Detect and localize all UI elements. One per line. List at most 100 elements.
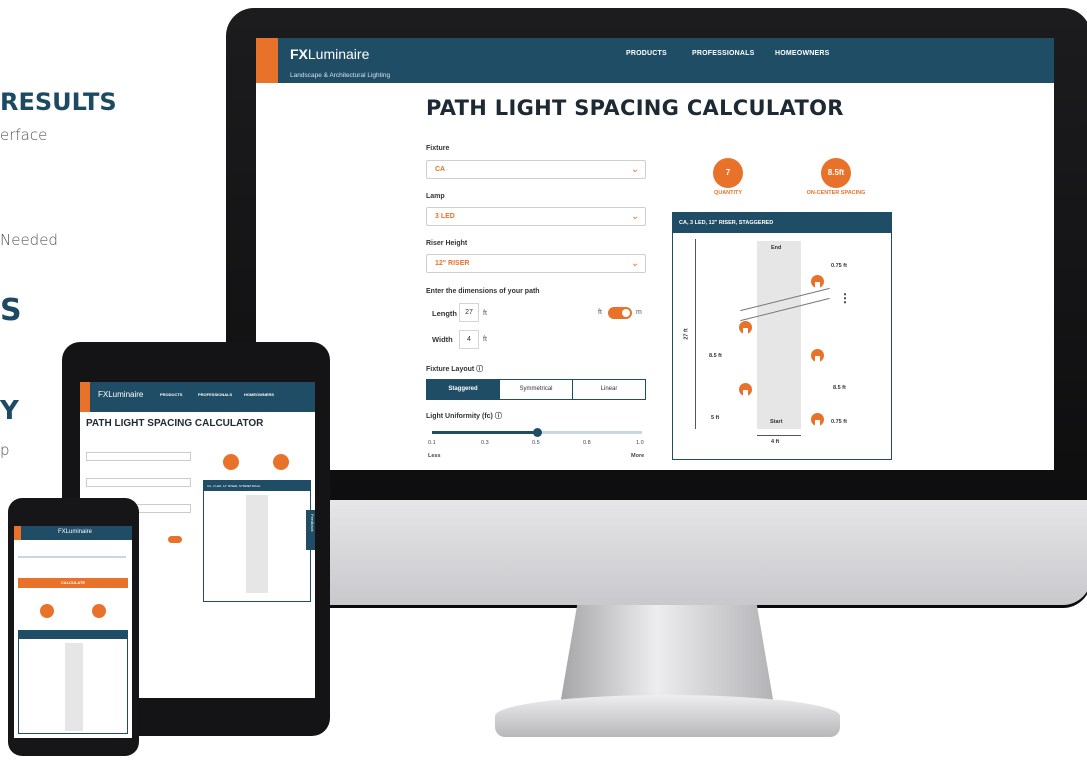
diagram-title: CA, 3 LED, 12" RISER, STAGGERED xyxy=(673,213,891,233)
slider-handle[interactable] xyxy=(533,428,542,437)
layout-symmetrical[interactable]: Symmetrical xyxy=(499,379,573,400)
dims-label: Enter the dimensions of your path xyxy=(426,288,540,295)
phone-spacing-badge xyxy=(92,604,106,618)
nav-homeowners[interactable]: HOMEOWNERS xyxy=(775,50,830,57)
interface-subtext: erface xyxy=(0,126,48,144)
unit-m-label: m xyxy=(636,309,642,316)
dim-label: 8.5 ft xyxy=(833,385,846,391)
nav-products[interactable]: PRODUCTS xyxy=(626,50,667,57)
path-strip xyxy=(757,241,801,429)
more-label: More xyxy=(631,453,645,459)
tick-label: 0.3 xyxy=(481,440,489,446)
length-label: Length xyxy=(432,309,457,318)
dots-icon: ⋮ xyxy=(839,291,851,305)
less-label: Less xyxy=(428,453,441,459)
tick-label: 0.1 xyxy=(428,440,436,446)
phone-screen: FXLuminaire CALCULATE xyxy=(14,526,132,738)
monitor-chin xyxy=(226,500,1087,605)
tablet-select[interactable] xyxy=(86,452,191,461)
chevron-down-icon: ⌄ xyxy=(630,211,639,222)
quantity-badge: 7 xyxy=(713,158,743,188)
p-subtext: p xyxy=(0,441,10,459)
brand-logo[interactable]: FXLuminaire xyxy=(290,46,369,62)
tablet-diagram: CA, 3 LED, 12" RISER, SYMMETRICAL xyxy=(203,480,311,602)
riser-label: Riser Height xyxy=(426,240,468,247)
length-dim-line xyxy=(695,239,696,429)
start-label: Start xyxy=(770,419,783,425)
phone-brand: FXLuminaire xyxy=(58,529,93,535)
lamp-label: Lamp xyxy=(426,193,445,200)
fixture-icon xyxy=(739,321,752,335)
tablet-spacing-badge xyxy=(273,454,289,470)
dim-label: 8.5 ft xyxy=(709,353,722,359)
layout-linear[interactable]: Linear xyxy=(572,379,646,400)
phone-quantity-badge xyxy=(40,604,54,618)
logo-accent xyxy=(256,38,278,83)
width-input[interactable]: 4 xyxy=(459,330,479,349)
tablet-nav-professionals[interactable]: PROFESSIONALS xyxy=(198,392,232,397)
tablet-toggle[interactable] xyxy=(168,536,182,543)
uniformity-slider[interactable] xyxy=(432,428,642,437)
fixture-select[interactable]: CA ⌄ xyxy=(426,160,646,179)
tablet-nav-products[interactable]: PRODUCTS xyxy=(160,392,182,397)
fixture-icon xyxy=(811,349,824,363)
phone-logo-accent xyxy=(14,526,21,540)
tablet-brand: FXLuminaire xyxy=(98,390,144,399)
tick-label: 0.5 xyxy=(532,440,540,446)
width-dim-label: 4 ft xyxy=(771,439,780,445)
dim-label: 0.75 ft xyxy=(831,263,847,269)
tablet-nav-homeowners[interactable]: HOMEOWNERS xyxy=(244,392,274,397)
phone-diagram-head xyxy=(19,631,127,639)
spacing-badge: 8.5ft xyxy=(821,158,851,188)
unit-toggle[interactable] xyxy=(608,307,632,319)
dim-label: 0.75 ft xyxy=(831,419,847,425)
feedback-tab[interactable]: Feedback xyxy=(306,510,315,550)
nav-professionals[interactable]: PROFESSIONALS xyxy=(692,50,755,57)
needed-subtext: Needed xyxy=(0,231,58,249)
tick-label: 0.8 xyxy=(583,440,591,446)
tablet-path xyxy=(246,495,268,593)
phone-calculate-button[interactable]: CALCULATE xyxy=(18,578,128,588)
end-label: End xyxy=(771,245,782,251)
y-heading: Y xyxy=(0,396,19,426)
monitor-stand xyxy=(560,605,774,705)
desktop-screen: FXLuminaire Landscape & Architectural Li… xyxy=(256,38,1054,470)
layout-diagram: CA, 3 LED, 12" RISER, STAGGERED End Star… xyxy=(672,212,892,460)
layout-label: Fixture Layout ⓘ xyxy=(426,366,484,373)
tablet-diagram-title: CA, 3 LED, 12" RISER, SYMMETRICAL xyxy=(204,481,310,491)
tablet-title: PATH LIGHT SPACING CALCULATOR xyxy=(86,418,264,429)
length-dim-label: 27 ft xyxy=(683,328,690,340)
layout-staggered[interactable]: Staggered xyxy=(426,379,500,400)
slider-fill xyxy=(432,431,537,434)
phone-diagram xyxy=(18,630,128,734)
lamp-select[interactable]: 3 LED ⌄ xyxy=(426,207,646,226)
unit-ft-label: ft xyxy=(598,309,602,316)
chevron-down-icon: ⌄ xyxy=(630,258,639,269)
brand-tagline: Landscape & Architectural Lighting xyxy=(290,72,391,79)
tick-label: 1.0 xyxy=(636,440,644,446)
width-dim-line xyxy=(757,435,801,436)
tablet-logo-accent xyxy=(80,382,90,412)
page-title: PATH LIGHT SPACING CALCULATOR xyxy=(426,96,844,120)
tablet-quantity-badge xyxy=(223,454,239,470)
results-heading: RESULTS xyxy=(0,88,117,116)
s-heading: S xyxy=(0,293,22,328)
fixture-icon xyxy=(811,275,824,289)
tablet-select[interactable] xyxy=(86,478,191,487)
phone-path xyxy=(65,643,83,731)
fixture-label: Fixture xyxy=(426,145,450,152)
width-label: Width xyxy=(432,335,453,344)
riser-select[interactable]: 12" RISER ⌄ xyxy=(426,254,646,273)
fixture-icon xyxy=(811,413,824,427)
fixture-icon xyxy=(739,383,752,397)
length-input[interactable]: 27 xyxy=(459,303,479,322)
width-unit: ft xyxy=(483,336,487,343)
chevron-down-icon: ⌄ xyxy=(630,164,639,175)
phone-slider[interactable] xyxy=(18,556,126,558)
quantity-label: QUANTITY xyxy=(713,190,743,196)
length-unit: ft xyxy=(483,310,487,317)
uniformity-label: Light Uniformity (fc) ⓘ xyxy=(426,413,502,420)
monitor-base xyxy=(495,695,840,737)
spacing-label: ON-CENTER SPACING xyxy=(806,190,866,196)
dim-label: 5 ft xyxy=(711,415,720,421)
